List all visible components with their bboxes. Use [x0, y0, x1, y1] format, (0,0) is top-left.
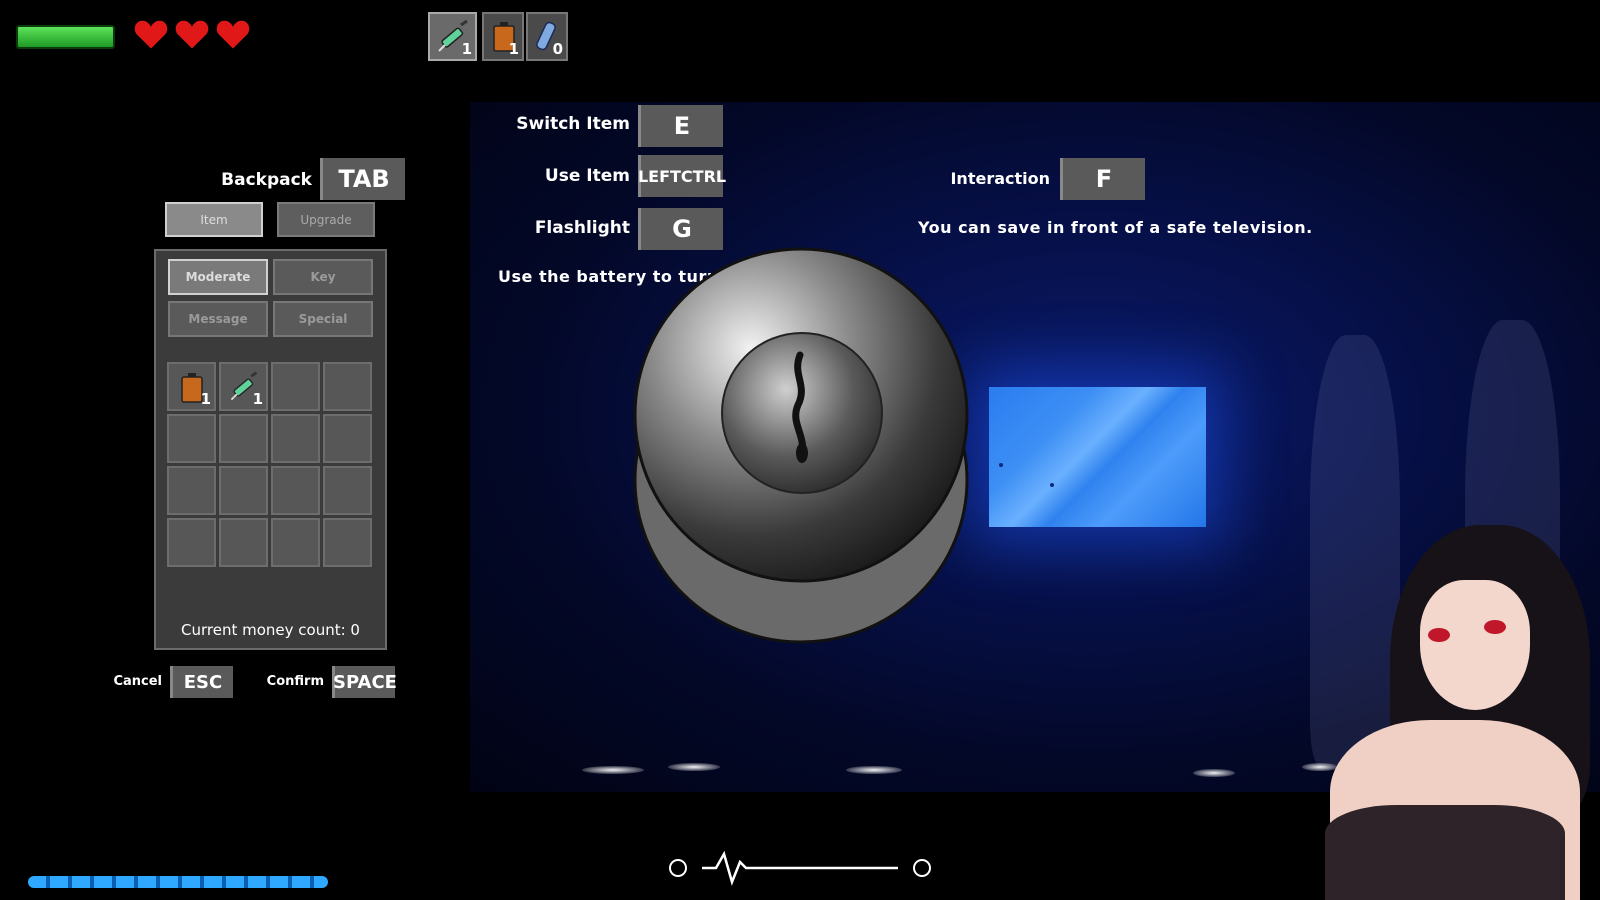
heart-rate-icon	[913, 859, 931, 877]
flashlight-key: G	[638, 208, 723, 250]
tab-upgrade[interactable]: Upgrade	[277, 202, 375, 237]
inventory-slot[interactable]	[167, 414, 216, 463]
backpack-key: TAB	[320, 158, 405, 200]
health-bar	[16, 25, 115, 49]
inventory-slot[interactable]	[219, 414, 268, 463]
use-item-label: Use Item	[544, 166, 630, 186]
slot-count: 1	[508, 40, 519, 58]
slot-count: 1	[461, 40, 472, 58]
money-count: Current money count: 0	[181, 621, 360, 639]
background-figure-woman	[1310, 335, 1400, 765]
flashlight-label: Flashlight	[534, 218, 630, 238]
switch-item-key: E	[638, 105, 723, 147]
character-dress	[1325, 805, 1565, 900]
cancel-label: Cancel	[113, 674, 162, 689]
save-hint: You can save in front of a safe televisi…	[918, 218, 1313, 237]
door-knob[interactable]	[632, 245, 970, 645]
slot-count: 1	[252, 390, 263, 408]
inventory-slot[interactable]: 1	[219, 362, 268, 411]
character-eye	[1484, 620, 1506, 634]
heart-icon	[216, 20, 250, 49]
inventory-slot[interactable]	[271, 362, 320, 411]
tv-speck	[999, 463, 1003, 467]
backpack-label: Backpack	[221, 170, 312, 190]
quick-slot-syringe[interactable]: 1	[428, 12, 477, 61]
confirm-label: Confirm	[266, 674, 324, 689]
heart-icon	[134, 20, 168, 49]
heart-rate-icon	[669, 859, 687, 877]
floor-glint	[846, 766, 902, 774]
category-moderate[interactable]: Moderate	[168, 259, 268, 295]
inventory-slot[interactable]	[323, 518, 372, 567]
inventory-slot[interactable]	[167, 518, 216, 567]
tab-item[interactable]: Item	[165, 202, 263, 237]
floor-glint	[668, 763, 720, 771]
floor-glint	[1193, 769, 1235, 777]
switch-item-label: Switch Item	[516, 114, 630, 134]
category-special[interactable]: Special	[273, 301, 373, 337]
confirm-key[interactable]: SPACE	[332, 666, 397, 698]
category-message[interactable]: Message	[168, 301, 268, 337]
interaction-label: Interaction	[950, 169, 1050, 188]
category-key[interactable]: Key	[273, 259, 373, 295]
inventory-slot[interactable]	[271, 414, 320, 463]
slot-count: 0	[552, 40, 563, 58]
inventory-panel: Moderate Key Message Special 1 1 Current…	[154, 249, 387, 650]
character-eye	[1428, 628, 1450, 642]
stamina-bar	[28, 876, 328, 888]
interaction-key: F	[1060, 158, 1145, 200]
tv-speck	[1050, 483, 1054, 487]
quick-slot-bandage[interactable]: 0	[526, 12, 568, 61]
slot-count: 1	[200, 390, 211, 408]
floor-glint	[582, 766, 644, 774]
inventory-slot[interactable]	[323, 414, 372, 463]
inventory-slot[interactable]	[219, 466, 268, 515]
safe-television[interactable]	[989, 387, 1206, 527]
quick-slot-battery[interactable]: 1	[482, 12, 524, 61]
heart-icon	[175, 20, 209, 49]
inventory-slot[interactable]	[271, 518, 320, 567]
use-item-key: LEFTCTRL	[638, 155, 726, 197]
character-face	[1420, 580, 1530, 710]
inventory-slot[interactable]	[323, 362, 372, 411]
cancel-key[interactable]: ESC	[170, 666, 233, 698]
inventory-slot[interactable]	[323, 466, 372, 515]
inventory-slot[interactable]	[167, 466, 216, 515]
floor-glint	[1302, 763, 1338, 771]
inventory-slot[interactable]: 1	[167, 362, 216, 411]
heartbeat-monitor	[669, 850, 931, 886]
inventory-slot[interactable]	[219, 518, 268, 567]
inventory-slot[interactable]	[271, 466, 320, 515]
